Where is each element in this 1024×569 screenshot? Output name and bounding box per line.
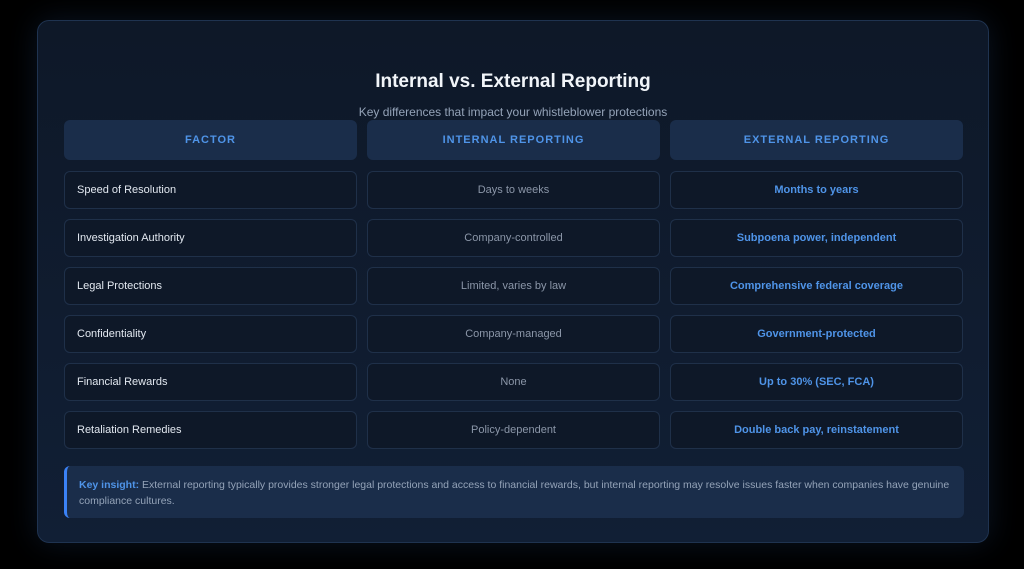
comparison-card: Internal vs. External Reporting Key diff… (37, 20, 989, 543)
insight-label: Key insight: (79, 479, 140, 491)
header-external: EXTERNAL REPORTING (670, 120, 963, 160)
internal-cell: None (367, 363, 660, 401)
header-internal: INTERNAL REPORTING (367, 120, 660, 160)
external-cell: Months to years (670, 171, 963, 209)
page-subtitle: Key differences that impact your whistle… (358, 105, 668, 119)
internal-cell: Company-managed (367, 315, 660, 353)
factor-cell: Retaliation Remedies (64, 411, 357, 449)
factor-cell: Legal Protections (64, 267, 357, 305)
factor-cell: Confidentiality (64, 315, 357, 353)
factor-cell: Financial Rewards (64, 363, 357, 401)
external-cell: Up to 30% (SEC, FCA) (670, 363, 963, 401)
factor-cell: Investigation Authority (64, 219, 357, 257)
external-cell: Government-protected (670, 315, 963, 353)
insight-text: External reporting typically provides st… (79, 479, 950, 507)
internal-cell: Limited, varies by law (367, 267, 660, 305)
internal-cell: Company-controlled (367, 219, 660, 257)
key-insight-callout: Key insight: External reporting typicall… (64, 466, 964, 518)
external-cell: Double back pay, reinstatement (670, 411, 963, 449)
internal-cell: Policy-dependent (367, 411, 660, 449)
external-cell: Subpoena power, independent (670, 219, 963, 257)
external-cell: Comprehensive federal coverage (670, 267, 963, 305)
page-title: Internal vs. External Reporting (375, 71, 651, 92)
comparison-table: FACTOR INTERNAL REPORTING EXTERNAL REPOR… (64, 120, 964, 459)
header-factor: FACTOR (64, 120, 357, 160)
internal-cell: Days to weeks (367, 171, 660, 209)
factor-cell: Speed of Resolution (64, 171, 357, 209)
